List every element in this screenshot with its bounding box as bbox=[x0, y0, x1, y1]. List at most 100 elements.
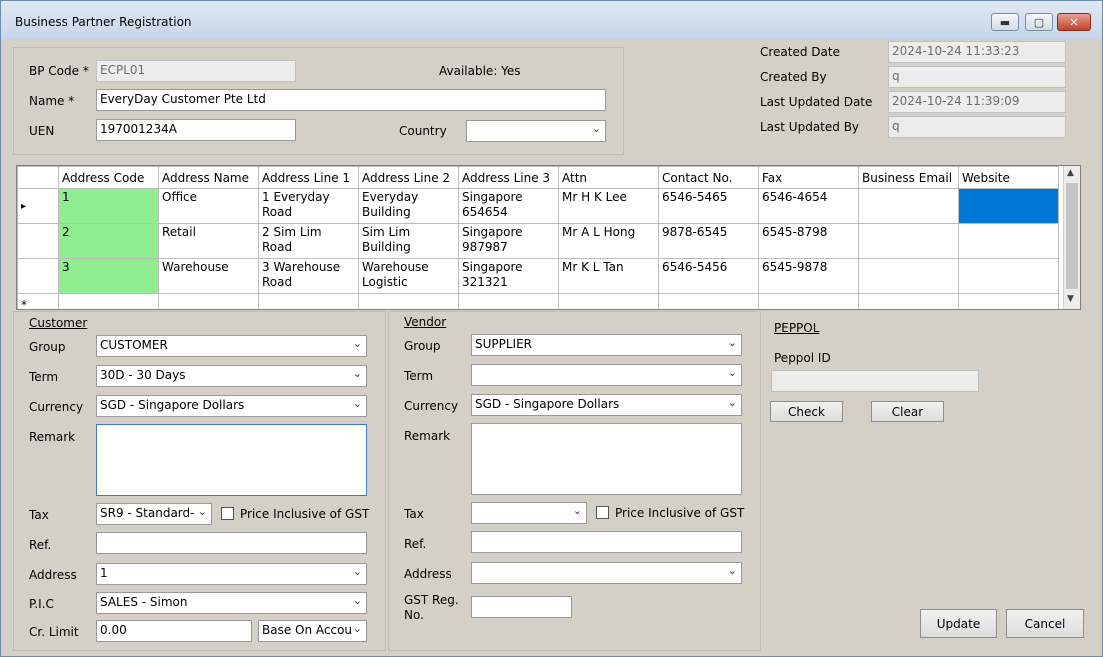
table-row[interactable]: 2 Retail 2 Sim Lim Road Sim Lim Building… bbox=[17, 223, 1059, 259]
created-by-label: Created By bbox=[760, 70, 827, 84]
column-header[interactable]: Address Code bbox=[58, 166, 159, 189]
grid-cell[interactable] bbox=[358, 293, 459, 309]
grid-cell[interactable]: 2 Sim Lim Road bbox=[258, 223, 359, 259]
bp-code-field[interactable]: ECPL01 bbox=[96, 60, 296, 82]
customer-remark-field[interactable] bbox=[96, 424, 367, 496]
grid-cell[interactable]: 6545-9878 bbox=[758, 258, 859, 294]
grid-cell[interactable]: Retail bbox=[158, 223, 259, 259]
column-header[interactable]: Address Line 1 bbox=[258, 166, 359, 189]
customer-cr-limit-field[interactable]: 0.00 bbox=[96, 620, 252, 642]
name-field[interactable]: EveryDay Customer Pte Ltd bbox=[96, 89, 606, 111]
created-by-field: q bbox=[888, 66, 1066, 88]
grid-cell[interactable] bbox=[558, 293, 659, 309]
scroll-up-icon[interactable]: ▲ bbox=[1067, 168, 1074, 178]
grid-cell[interactable]: Warehouse bbox=[158, 258, 259, 294]
grid-cell[interactable] bbox=[458, 293, 559, 309]
address-grid[interactable]: Address Code Address Name Address Line 1… bbox=[16, 165, 1081, 310]
grid-cell[interactable]: 6546-4654 bbox=[758, 188, 859, 224]
grid-cell[interactable]: 6546-5456 bbox=[658, 258, 759, 294]
cancel-button[interactable]: Cancel bbox=[1006, 609, 1084, 638]
customer-currency-select[interactable]: SGD - Singapore Dollars ⌄ bbox=[96, 395, 367, 417]
vendor-ref-field[interactable] bbox=[471, 531, 742, 553]
grid-cell[interactable] bbox=[958, 223, 1059, 259]
grid-cell[interactable] bbox=[58, 293, 159, 309]
grid-cell[interactable] bbox=[958, 293, 1059, 309]
grid-cell[interactable] bbox=[958, 258, 1059, 294]
grid-scrollbar[interactable]: ▲ ▼ bbox=[1063, 166, 1080, 309]
country-select[interactable]: ⌄ bbox=[466, 120, 606, 142]
grid-cell[interactable]: 9878-6545 bbox=[658, 223, 759, 259]
scrollbar-thumb[interactable] bbox=[1066, 183, 1078, 289]
grid-cell[interactable]: 6546-5465 bbox=[658, 188, 759, 224]
grid-cell[interactable] bbox=[658, 293, 759, 309]
column-header[interactable]: Address Name bbox=[158, 166, 259, 189]
grid-cell[interactable]: Office bbox=[158, 188, 259, 224]
grid-cell[interactable]: Mr H K Lee bbox=[558, 188, 659, 224]
grid-cell-selected[interactable] bbox=[958, 188, 1059, 224]
vendor-remark-field[interactable] bbox=[471, 423, 742, 495]
peppol-clear-button[interactable]: Clear bbox=[871, 401, 944, 422]
vendor-term-select[interactable]: ⌄ bbox=[471, 364, 742, 386]
grid-cell[interactable]: 1 Everyday Road bbox=[258, 188, 359, 224]
grid-cell[interactable]: Singapore 987987 bbox=[458, 223, 559, 259]
column-header[interactable]: Business Email bbox=[858, 166, 959, 189]
customer-group-select[interactable]: CUSTOMER ⌄ bbox=[96, 335, 367, 357]
column-header[interactable]: Contact No. bbox=[658, 166, 759, 189]
peppol-section-title: PEPPOL bbox=[774, 321, 820, 335]
row-header[interactable] bbox=[17, 223, 59, 259]
row-header[interactable]: ▸ bbox=[17, 188, 59, 224]
customer-tax-label: Tax bbox=[29, 508, 49, 522]
grid-cell[interactable]: Mr K L Tan bbox=[558, 258, 659, 294]
grid-cell[interactable] bbox=[858, 223, 959, 259]
grid-cell[interactable] bbox=[858, 258, 959, 294]
vendor-group-select[interactable]: SUPPLIER ⌄ bbox=[471, 334, 742, 356]
app-window: Business Partner Registration ▬ ▢ ✕ BP C… bbox=[0, 0, 1103, 657]
customer-term-select[interactable]: 30D - 30 Days ⌄ bbox=[96, 365, 367, 387]
column-header[interactable]: Address Line 2 bbox=[358, 166, 459, 189]
column-header[interactable]: Address Line 3 bbox=[458, 166, 559, 189]
grid-cell[interactable]: Mr A L Hong bbox=[558, 223, 659, 259]
new-row[interactable]: * bbox=[17, 293, 1059, 309]
vendor-price-incl-checkbox[interactable] bbox=[596, 506, 609, 519]
vendor-address-select[interactable]: ⌄ bbox=[471, 562, 742, 584]
customer-address-select[interactable]: 1 ⌄ bbox=[96, 563, 367, 585]
peppol-id-field[interactable] bbox=[771, 370, 979, 392]
table-row[interactable]: ▸ 1 Office 1 Everyday Road Everyday Buil… bbox=[17, 188, 1059, 224]
customer-cr-basis-select[interactable]: Base On Accou ⌄ bbox=[258, 620, 367, 642]
minimize-button[interactable]: ▬ bbox=[991, 13, 1019, 31]
maximize-button[interactable]: ▢ bbox=[1025, 13, 1053, 31]
customer-ref-field[interactable] bbox=[96, 532, 367, 554]
customer-tax-select[interactable]: SR9 - Standard- ⌄ bbox=[96, 503, 212, 525]
grid-cell[interactable] bbox=[758, 293, 859, 309]
grid-cell[interactable] bbox=[258, 293, 359, 309]
grid-cell[interactable]: 3 Warehouse Road bbox=[258, 258, 359, 294]
grid-cell[interactable]: Warehouse Logistic bbox=[358, 258, 459, 294]
grid-cell[interactable]: Sim Lim Building bbox=[358, 223, 459, 259]
column-header[interactable]: Website bbox=[958, 166, 1059, 189]
scroll-down-icon[interactable]: ▼ bbox=[1067, 294, 1074, 304]
vendor-tax-select[interactable]: ⌄ bbox=[471, 502, 587, 524]
grid-cell[interactable] bbox=[858, 293, 959, 309]
row-header[interactable] bbox=[17, 258, 59, 294]
table-row[interactable]: 3 Warehouse 3 Warehouse Road Warehouse L… bbox=[17, 258, 1059, 294]
grid-cell[interactable]: 2 bbox=[58, 223, 159, 259]
vendor-currency-select[interactable]: SGD - Singapore Dollars ⌄ bbox=[471, 394, 742, 416]
grid-cell[interactable] bbox=[858, 188, 959, 224]
grid-cell[interactable]: Singapore 321321 bbox=[458, 258, 559, 294]
column-header[interactable]: Attn bbox=[558, 166, 659, 189]
close-button[interactable]: ✕ bbox=[1057, 13, 1091, 31]
grid-cell[interactable]: Everyday Building bbox=[358, 188, 459, 224]
grid-cell[interactable]: Singapore 654654 bbox=[458, 188, 559, 224]
peppol-check-button[interactable]: Check bbox=[770, 401, 843, 422]
vendor-gst-reg-field[interactable] bbox=[471, 596, 572, 618]
grid-cell[interactable]: 1 bbox=[58, 188, 159, 224]
row-header-new[interactable]: * bbox=[17, 293, 59, 309]
customer-price-incl-checkbox[interactable] bbox=[221, 507, 234, 520]
update-button[interactable]: Update bbox=[920, 609, 997, 638]
grid-cell[interactable]: 3 bbox=[58, 258, 159, 294]
grid-cell[interactable] bbox=[158, 293, 259, 309]
column-header[interactable]: Fax bbox=[758, 166, 859, 189]
grid-cell[interactable]: 6545-8798 bbox=[758, 223, 859, 259]
uen-field[interactable]: 197001234A bbox=[96, 119, 296, 141]
customer-pic-select[interactable]: SALES - Simon ⌄ bbox=[96, 592, 367, 614]
